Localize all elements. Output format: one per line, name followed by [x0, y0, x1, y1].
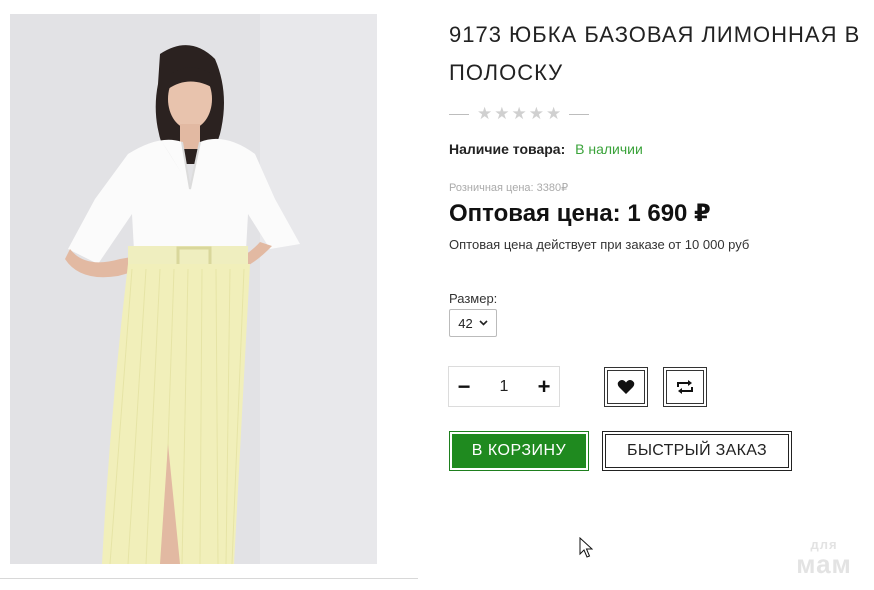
quantity-stepper[interactable]: − 1 + [448, 366, 560, 407]
watermark-logo: для мам [788, 538, 860, 577]
star-icon[interactable]: ★ [529, 104, 544, 124]
star-icon[interactable]: ★ [512, 104, 527, 124]
rating-left-dash [449, 113, 469, 115]
size-selected-value: 42 [458, 315, 473, 331]
compare-button-frame [666, 370, 704, 404]
mouse-cursor-icon [579, 537, 593, 558]
add-to-cart-label: В КОРЗИНУ [452, 434, 586, 468]
availability-status: В наличии [575, 141, 643, 157]
wholesale-price: Оптовая цена: 1 690 ₽ [449, 200, 711, 227]
compare-button[interactable] [663, 367, 707, 407]
bottom-divider [0, 578, 418, 579]
availability: Наличие товара: В наличии [449, 141, 643, 157]
add-to-cart-button[interactable]: В КОРЗИНУ [449, 431, 589, 471]
product-rating[interactable]: ★ ★ ★ ★ ★ [449, 104, 590, 124]
quick-order-button[interactable]: БЫСТРЫЙ ЗАКАЗ [602, 431, 792, 471]
quantity-value[interactable]: 1 [500, 378, 509, 396]
rating-stars[interactable]: ★ ★ ★ ★ ★ [477, 104, 561, 124]
availability-label: Наличие товара: [449, 141, 566, 157]
quick-order-label: БЫСТРЫЙ ЗАКАЗ [605, 434, 789, 468]
size-select[interactable]: 42 [449, 309, 497, 337]
quantity-plus-button[interactable]: + [529, 367, 559, 406]
quantity-minus-button[interactable]: − [449, 367, 479, 406]
chevron-down-icon [479, 320, 488, 326]
product-image[interactable] [10, 14, 377, 564]
star-icon[interactable]: ★ [546, 104, 561, 124]
star-icon[interactable]: ★ [477, 104, 492, 124]
wishlist-button-frame [607, 370, 645, 404]
product-title: 9173 ЮБКА БАЗОВАЯ ЛИМОННАЯ В ПОЛОСКУ [449, 22, 861, 85]
retail-price: Розничная цена: 3380₽ [449, 182, 569, 194]
rating-right-dash [569, 113, 590, 115]
product-photo-illustration [10, 14, 377, 564]
star-icon[interactable]: ★ [494, 104, 509, 124]
wholesale-note: Оптовая цена действует при заказе от 10 … [449, 237, 750, 252]
wishlist-button[interactable] [604, 367, 648, 407]
watermark-line2: мам [796, 549, 852, 579]
size-label: Размер: [449, 291, 498, 306]
